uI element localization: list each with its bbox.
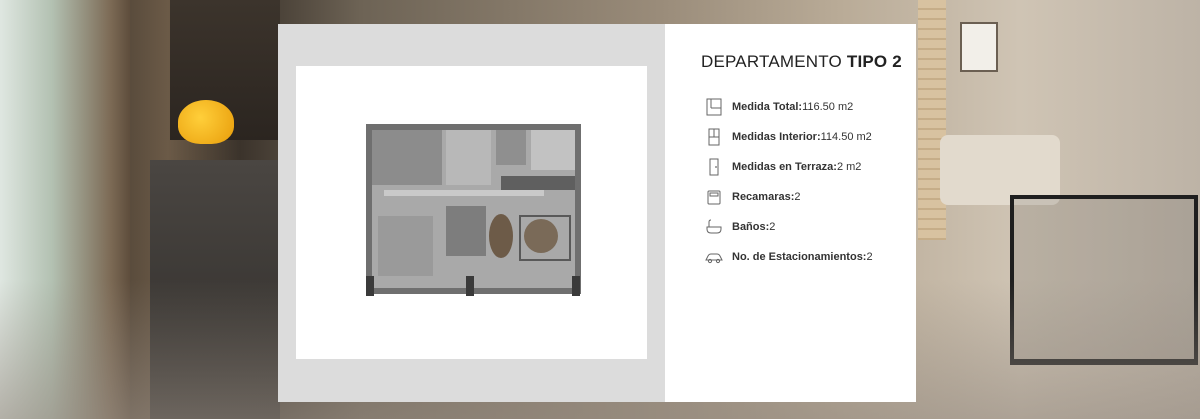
bed-icon	[707, 190, 721, 205]
spec-label: Recamaras:	[732, 191, 795, 203]
background-pillar	[918, 0, 946, 240]
spec-label: Medidas Interior:	[732, 131, 821, 143]
spec-bedrooms: Recamaras: 2	[705, 188, 801, 206]
floorplan-frame	[296, 66, 647, 359]
spec-value: 116.50 m2	[802, 101, 854, 113]
spec-label: No. de Estacionamientos:	[732, 251, 867, 263]
spec-value: 2	[866, 251, 873, 263]
terrace-door-icon	[709, 158, 719, 176]
spec-parking: No. de Estacionamientos: 2	[705, 248, 873, 266]
unit-card: DEPARTAMENTO TIPO 2 Medida Total: 116.50…	[278, 24, 916, 402]
interior-plan-icon	[708, 128, 720, 146]
spec-value: 2 m2	[836, 161, 862, 173]
floorplan-image	[366, 124, 581, 296]
unit-title-prefix: DEPARTAMENTO	[701, 52, 847, 71]
background-wall-art	[960, 22, 998, 72]
unit-title: DEPARTAMENTO TIPO 2	[701, 52, 902, 72]
unit-title-type: TIPO 2	[846, 52, 902, 71]
spec-label: Baños:	[732, 221, 770, 233]
spec-label: Medidas en Terraza:	[732, 161, 837, 173]
spec-interior-area: Medidas Interior: 114.50 m2	[705, 128, 872, 146]
spec-value: 2	[794, 191, 801, 203]
spec-value: 114.50 m2	[820, 131, 872, 143]
bathtub-icon	[706, 219, 722, 234]
spec-total-area: Medida Total: 116.50 m2	[705, 98, 853, 116]
details-panel: DEPARTAMENTO TIPO 2 Medida Total: 116.50…	[665, 24, 916, 402]
floorplan-panel	[278, 24, 665, 402]
spec-bathrooms: Baños: 2	[705, 218, 775, 236]
spec-label: Medida Total:	[732, 101, 803, 113]
area-plan-icon	[706, 98, 722, 116]
spec-value: 2	[769, 221, 776, 233]
background-fruit-bowl	[178, 100, 234, 144]
car-icon	[705, 253, 723, 264]
spec-terrace-area: Medidas en Terraza: 2 m2	[705, 158, 861, 176]
